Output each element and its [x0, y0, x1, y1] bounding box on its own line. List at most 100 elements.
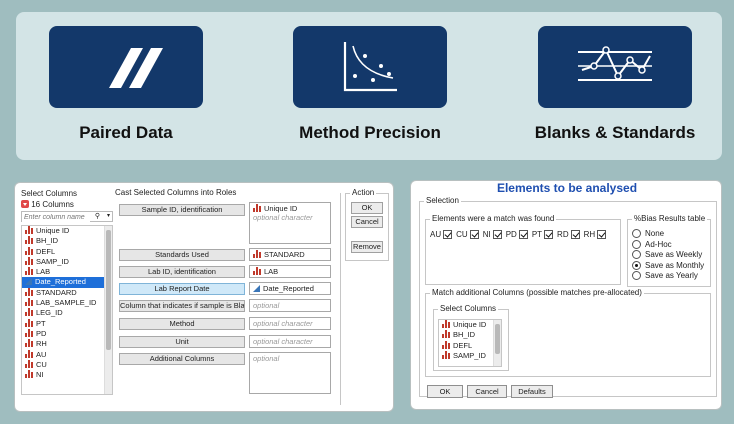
- radio-button[interactable]: [632, 271, 641, 280]
- action-title: Action: [350, 188, 377, 197]
- column-list-item[interactable]: PD: [22, 328, 112, 339]
- lab-report-date-role-box[interactable]: Date_Reported: [249, 282, 331, 295]
- column-list[interactable]: Unique ID BH_ID DEFL SAMP_ID LAB Date_Reporte…: [21, 225, 113, 395]
- column-list-item[interactable]: LEG_ID: [22, 308, 112, 318]
- column-list-scrollbar[interactable]: [104, 226, 112, 394]
- column-list-item-label: Unique ID: [36, 226, 70, 235]
- method-precision-tile[interactable]: [293, 26, 447, 108]
- column-list-item[interactable]: DEFL: [22, 246, 112, 257]
- column-list-item-label: LAB_SAMPLE_ID: [36, 298, 97, 308]
- match-column-item[interactable]: SAMP_ID: [439, 350, 501, 361]
- method-role-button[interactable]: Method: [119, 318, 245, 330]
- bias-option[interactable]: Save as Monthly: [632, 260, 704, 272]
- radio-button[interactable]: [632, 229, 641, 238]
- column-list-item[interactable]: LAB: [22, 267, 112, 277]
- continuous-column-icon: [25, 298, 34, 307]
- chevron-down-icon[interactable]: ▾: [107, 212, 110, 219]
- radio-button[interactable]: [632, 239, 641, 249]
- continuous-column-icon: [25, 349, 34, 358]
- collapse-triangle-icon[interactable]: [21, 200, 29, 208]
- paired-data-tile[interactable]: [49, 26, 203, 108]
- lab-id-role-box[interactable]: LAB: [249, 265, 331, 278]
- element-checkbox-pt[interactable]: PT: [531, 230, 554, 239]
- continuous-column-icon: [253, 204, 262, 212]
- scatter-curve-icon: [343, 42, 397, 92]
- element-label: NI: [482, 230, 491, 239]
- ordinal-column-icon: [25, 278, 32, 286]
- column-search-field[interactable]: ⚲ ▾: [21, 211, 113, 222]
- unit-role-box[interactable]: optional character: [249, 335, 331, 348]
- element-label: PT: [531, 230, 543, 239]
- blank-indicator-role-button[interactable]: Column that indicates if sample is Blank: [119, 300, 245, 312]
- column-list-item[interactable]: NI: [22, 370, 112, 380]
- checkbox[interactable]: [570, 230, 580, 239]
- element-checkbox-rd[interactable]: RD: [557, 230, 580, 239]
- column-search-input[interactable]: [22, 213, 90, 222]
- blank-indicator-role-box[interactable]: optional: [249, 299, 331, 312]
- element-checkbox-pd[interactable]: PD: [506, 230, 528, 239]
- column-list-item[interactable]: SAMP_ID: [22, 256, 112, 267]
- checkbox[interactable]: [469, 230, 479, 239]
- match-column-item[interactable]: Unique ID: [439, 320, 501, 330]
- match-column-label: BH_ID: [453, 330, 476, 340]
- element-checkbox-ni[interactable]: NI: [483, 230, 502, 239]
- bias-option[interactable]: Ad-Hoc: [632, 239, 704, 251]
- checkbox[interactable]: [443, 230, 453, 239]
- ordinal-column-icon: [253, 285, 260, 292]
- column-list-item[interactable]: Date_Reported: [22, 277, 112, 288]
- match-column-item[interactable]: DEFL: [439, 340, 501, 351]
- unit-role-button[interactable]: Unit: [119, 336, 245, 348]
- match-column-item[interactable]: BH_ID: [439, 330, 501, 340]
- column-list-item[interactable]: STANDARD: [22, 287, 112, 298]
- lab-id-role-button[interactable]: Lab ID, identification: [119, 266, 245, 278]
- sample-id-role-box[interactable]: Unique ID optional character: [249, 202, 331, 244]
- column-list-item[interactable]: PT: [22, 318, 112, 329]
- column-list-item-label: LEG_ID: [36, 308, 63, 318]
- continuous-column-icon: [442, 320, 451, 328]
- remove-button[interactable]: Remove: [351, 241, 383, 253]
- ok-button[interactable]: OK: [427, 385, 463, 398]
- standards-used-role-button[interactable]: Standards Used: [119, 249, 245, 261]
- feature-banner: Paired Data Method Precision Blanks & St…: [16, 12, 722, 160]
- cancel-button[interactable]: Cancel: [467, 385, 507, 398]
- continuous-column-icon: [442, 340, 451, 349]
- column-list-item-label: CU: [36, 359, 47, 369]
- checkbox[interactable]: [518, 230, 528, 239]
- ok-button[interactable]: OK: [351, 202, 383, 214]
- element-checkbox-cu[interactable]: CU: [456, 230, 479, 239]
- column-list-item[interactable]: BH_ID: [22, 236, 112, 246]
- blanks-standards-tile[interactable]: [538, 26, 692, 108]
- sample-id-role-button[interactable]: Sample ID, identification: [119, 204, 245, 216]
- bias-option[interactable]: Save as Yearly: [632, 271, 704, 282]
- element-checkbox-rh[interactable]: RH: [584, 230, 607, 239]
- lab-report-date-role-button[interactable]: Lab Report Date: [119, 283, 245, 295]
- column-list-item-label: AU: [36, 349, 47, 359]
- column-list-item[interactable]: LAB_SAMPLE_ID: [22, 298, 112, 308]
- column-list-item-label: DEFL: [36, 246, 56, 256]
- checkbox[interactable]: [597, 230, 607, 239]
- additional-columns-role-button[interactable]: Additional Columns: [119, 353, 245, 365]
- element-checkbox-au[interactable]: AU: [430, 230, 453, 239]
- paired-data-label: Paired Data: [79, 123, 173, 142]
- bias-option[interactable]: Save as Weekly: [632, 250, 704, 261]
- blanks-standards-label: Blanks & Standards: [534, 123, 696, 142]
- column-list-item[interactable]: RH: [22, 339, 112, 349]
- radio-button[interactable]: [632, 260, 641, 270]
- checkbox[interactable]: [492, 230, 502, 239]
- match-column-list[interactable]: Unique ID BH_ID DEFL SAMP_ID: [438, 319, 502, 367]
- match-column-label: Unique ID: [453, 320, 487, 329]
- cancel-button[interactable]: Cancel: [351, 216, 383, 228]
- bias-option[interactable]: None: [632, 229, 704, 240]
- checkbox[interactable]: [544, 230, 554, 239]
- additional-columns-role-box[interactable]: optional: [249, 352, 331, 394]
- column-list-item[interactable]: AU: [22, 349, 112, 360]
- radio-button[interactable]: [632, 250, 641, 259]
- search-icon[interactable]: ⚲: [95, 212, 100, 220]
- standards-used-role-box[interactable]: STANDARD: [249, 248, 331, 261]
- column-list-item[interactable]: Unique ID: [22, 226, 112, 236]
- defaults-button[interactable]: Defaults: [511, 385, 553, 398]
- match-list-scrollbar[interactable]: [493, 320, 501, 366]
- column-list-item[interactable]: CU: [22, 359, 112, 370]
- method-role-box[interactable]: optional character: [249, 317, 331, 330]
- sample-id-hint: optional character: [253, 213, 313, 222]
